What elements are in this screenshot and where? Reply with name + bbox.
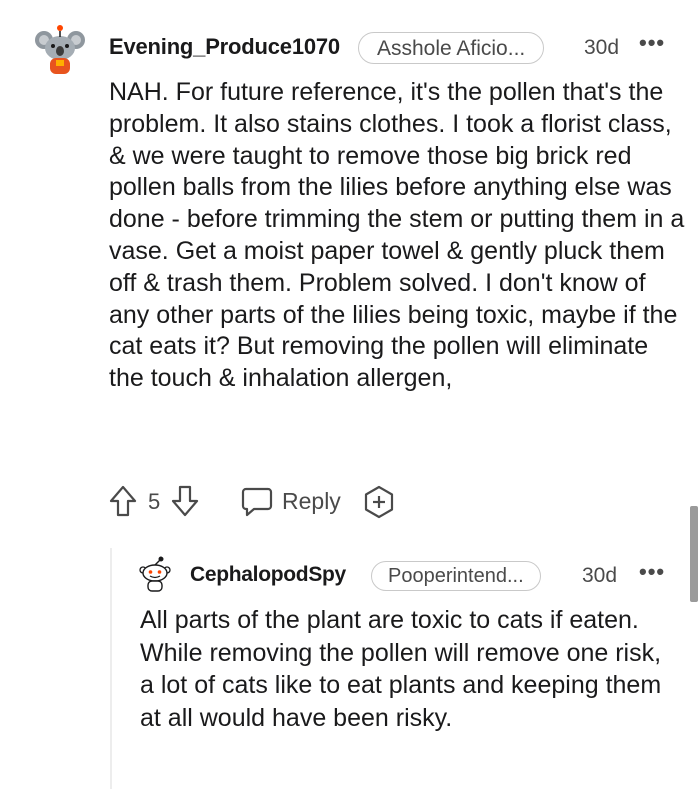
- avatar[interactable]: [138, 555, 172, 593]
- comment-body: All parts of the plant are toxic to cats…: [140, 606, 662, 732]
- snoo-default-avatar-icon: [139, 556, 171, 592]
- username[interactable]: CephalopodSpy: [190, 563, 346, 587]
- vote-count: 5: [148, 489, 161, 514]
- upvote-arrow-icon: [109, 485, 137, 517]
- more-options-icon[interactable]: •••: [639, 559, 665, 585]
- comment-actions: 5 Reply: [108, 484, 408, 520]
- downvote-arrow-icon: [171, 485, 199, 517]
- snoo-koala-avatar-icon: [33, 23, 87, 77]
- more-options-icon[interactable]: •••: [639, 30, 665, 56]
- reply-label: Reply: [282, 487, 341, 514]
- upvote-button[interactable]: [108, 484, 138, 518]
- timestamp: 30d: [582, 564, 618, 587]
- scrollbar[interactable]: [690, 506, 698, 602]
- timestamp: 30d: [584, 36, 620, 59]
- user-flair: Asshole Aficio...: [358, 32, 545, 64]
- award-plus-icon: [364, 485, 394, 519]
- award-button[interactable]: [362, 485, 396, 519]
- comment-bubble-icon: [241, 487, 273, 517]
- comment-body: NAH. For future reference, it's the poll…: [109, 78, 685, 393]
- thread-line[interactable]: [110, 548, 112, 789]
- avatar[interactable]: [32, 22, 88, 78]
- reply-button[interactable]: Reply: [240, 484, 341, 518]
- downvote-button[interactable]: [170, 484, 200, 518]
- user-flair: Pooperintend...: [371, 561, 541, 591]
- username[interactable]: Evening_Produce1070: [109, 34, 340, 60]
